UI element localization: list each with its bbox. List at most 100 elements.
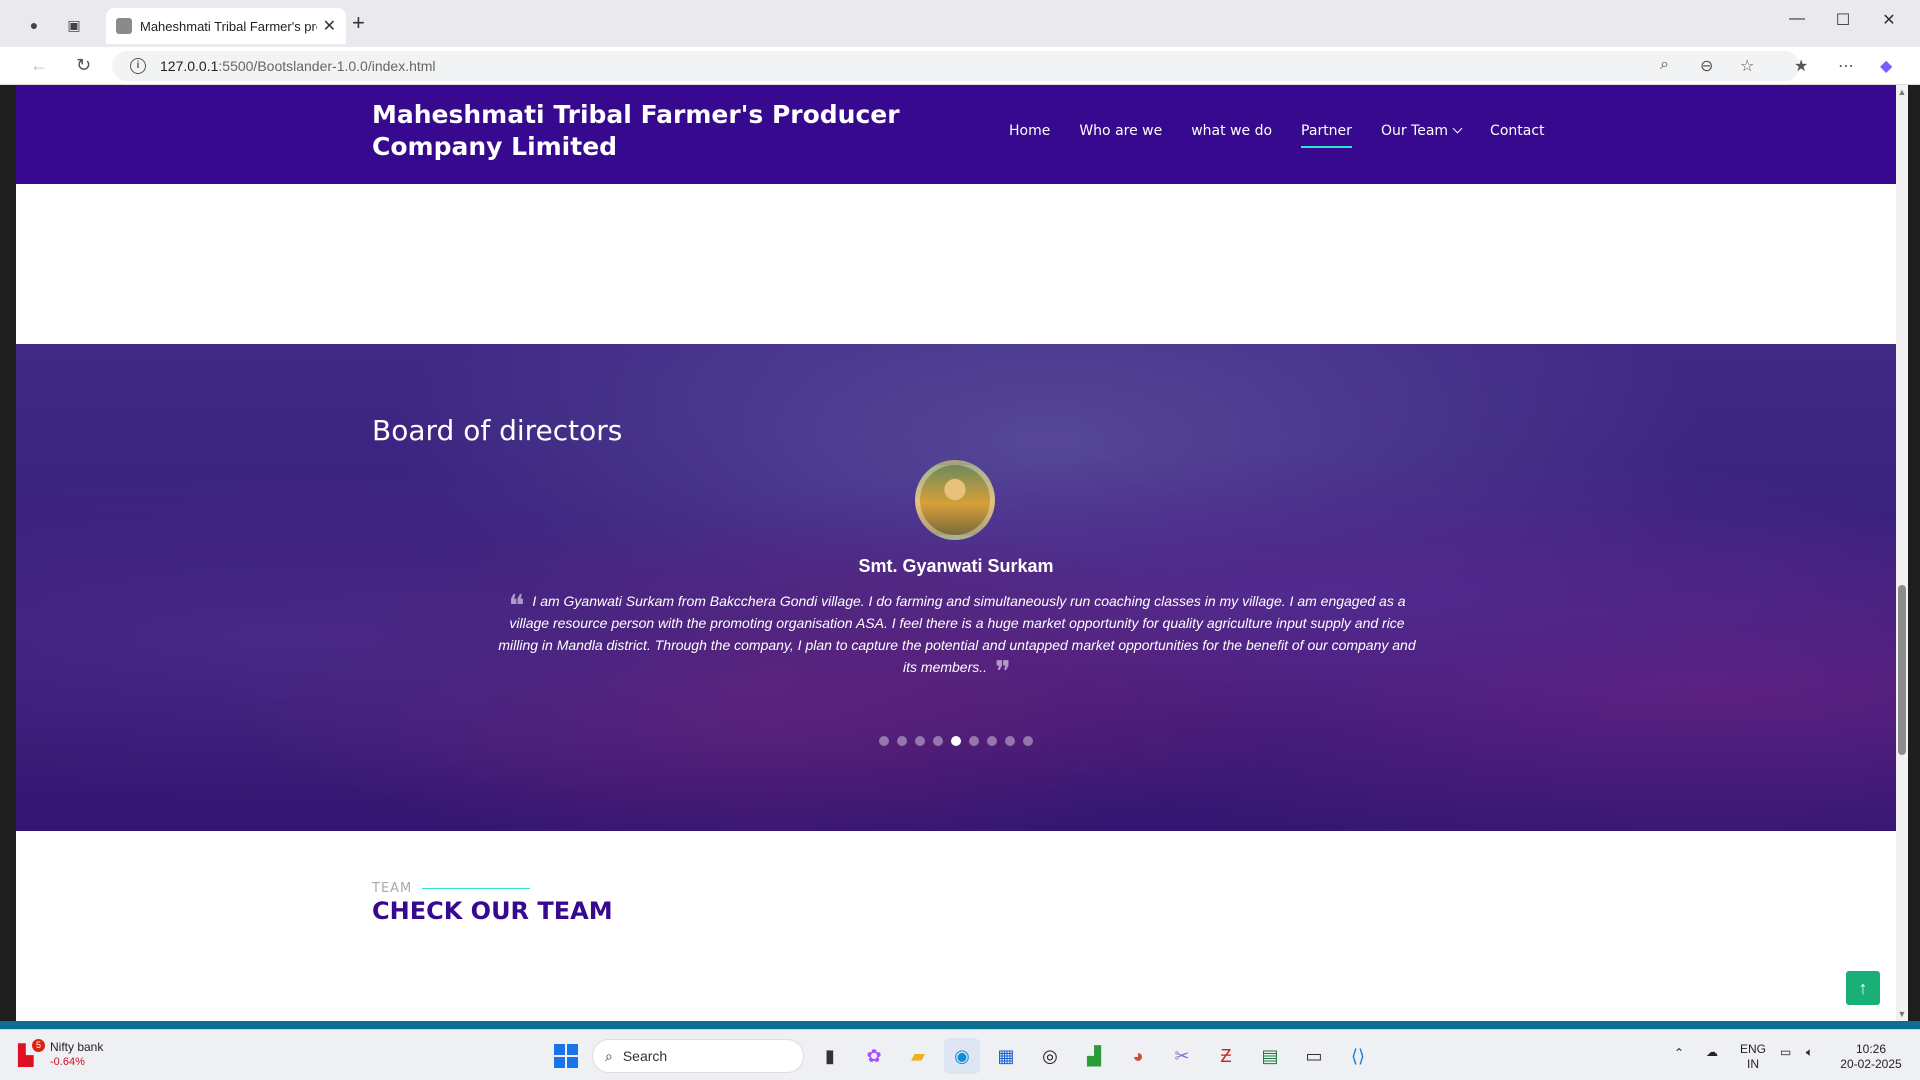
carousel-pagination: [16, 736, 1896, 746]
carousel-dot[interactable]: [1005, 736, 1015, 746]
nav-who-are-we[interactable]: Who are we: [1079, 123, 1162, 139]
profile-icon[interactable]: ●: [20, 11, 48, 39]
copilot-app-icon[interactable]: ✿: [856, 1038, 892, 1074]
url-path: :5500/Bootslander-1.0.0/index.html: [218, 58, 436, 74]
back-icon[interactable]: ←: [30, 55, 48, 76]
browser-tab[interactable]: Maheshmati Tribal Farmer's produ ✕: [106, 8, 346, 44]
reader-icon[interactable]: ⊖: [1700, 56, 1713, 76]
carousel-dot[interactable]: [951, 736, 961, 746]
url-field[interactable]: i 127.0.0.1:5500/Bootslander-1.0.0/index…: [112, 51, 1800, 81]
quote-open-icon: ❝: [508, 589, 525, 624]
arrow-up-icon: ↑: [1858, 977, 1868, 998]
language-indicator[interactable]: ENG IN: [1740, 1042, 1766, 1072]
nav-what-we-do[interactable]: what we do: [1191, 123, 1272, 139]
editor-status-bar: [0, 1021, 1920, 1029]
stock-change: -0.64%: [50, 1056, 85, 1068]
maximize-icon[interactable]: ☐: [1820, 10, 1866, 30]
stock-name: Nifty bank: [50, 1040, 104, 1054]
site-logo[interactable]: Maheshmati Tribal Farmer's Producer Comp…: [372, 99, 992, 163]
team-eyebrow: TEAM: [372, 881, 531, 896]
testimonial-quote: ❝ I am Gyanwati Surkam from Bakcchera Go…: [492, 589, 1422, 688]
clock[interactable]: 10:26 20-02-2025: [1836, 1042, 1906, 1072]
network-icon[interactable]: ▭: [1780, 1045, 1791, 1060]
carousel-dot[interactable]: [933, 736, 943, 746]
more-icon[interactable]: ⋯: [1838, 56, 1854, 76]
carousel-dot[interactable]: [879, 736, 889, 746]
stock-badge: 5: [32, 1039, 45, 1052]
site-info-icon[interactable]: i: [130, 58, 146, 74]
page-viewport: Maheshmati Tribal Farmer's Producer Comp…: [16, 85, 1896, 1021]
background-editor-strip: [0, 85, 16, 1025]
close-tab-icon[interactable]: ✕: [323, 16, 336, 36]
app-green-icon[interactable]: ▟: [1076, 1038, 1112, 1074]
file-explorer-icon[interactable]: ▰: [900, 1038, 936, 1074]
store-icon[interactable]: ▦: [988, 1038, 1024, 1074]
copilot-icon[interactable]: ◆: [1880, 56, 1892, 76]
nav-contact[interactable]: Contact: [1490, 123, 1544, 139]
onedrive-icon[interactable]: ☁: [1706, 1045, 1718, 1060]
nav-home[interactable]: Home: [1009, 123, 1050, 139]
carousel-dot[interactable]: [897, 736, 907, 746]
minimize-icon[interactable]: —: [1774, 10, 1820, 28]
avatar: [915, 460, 995, 540]
section-title: Board of directors: [372, 414, 623, 447]
scroll-up-icon[interactable]: ▲: [1896, 87, 1908, 97]
quote-close-icon: ❞: [994, 655, 1011, 690]
testimonials-section: Board of directors Smt. Gyanwati Surkam …: [16, 344, 1896, 831]
nav-our-team[interactable]: Our Team: [1380, 123, 1463, 139]
task-view-icon[interactable]: ▮: [812, 1038, 848, 1074]
workspaces-icon[interactable]: ▣: [60, 11, 88, 39]
stock-widget[interactable]: ▙ 5 Nifty bank -0.64%: [18, 1039, 104, 1070]
favorites-icon[interactable]: ★: [1794, 56, 1808, 76]
back-to-top-button[interactable]: ↑: [1846, 971, 1880, 1005]
background-editor-strip-right: [1908, 85, 1920, 1025]
snipping-tool-icon[interactable]: ✂: [1164, 1038, 1200, 1074]
team-heading: CHECK OUR TEAM: [372, 897, 613, 925]
team-label: TEAM: [372, 881, 413, 896]
search-placeholder: Search: [622, 1048, 668, 1064]
chevron-down-icon: [1452, 123, 1463, 134]
testimonial-name: Smt. Gyanwati Surkam: [858, 556, 1054, 576]
excel-icon[interactable]: ▤: [1252, 1038, 1288, 1074]
clock-time: 10:26: [1855, 1042, 1887, 1056]
vscode-icon[interactable]: ⟨⟩: [1340, 1038, 1376, 1074]
language-code: ENG: [1740, 1042, 1767, 1056]
address-bar-row: ← ↻ i 127.0.0.1:5500/Bootslander-1.0.0/i…: [0, 47, 1920, 85]
nav-our-team-label: Our Team: [1380, 123, 1449, 139]
close-window-icon[interactable]: ✕: [1866, 10, 1912, 30]
taskbar: ▙ 5 Nifty bank -0.64% ⌕ Search ▮ ✿ ▰ ◉ ▦ ◎…: [0, 1029, 1920, 1080]
carousel-dot[interactable]: [987, 736, 997, 746]
background-photo-overlay: [16, 344, 1896, 831]
scroll-down-icon[interactable]: ▼: [1896, 1009, 1908, 1019]
taskbar-apps: ⌕ Search ▮ ✿ ▰ ◉ ▦ ◎ ▟ ◕ ✂ Ƶ ▤ ▭ ⟨⟩: [548, 1038, 1384, 1074]
taskbar-search[interactable]: ⌕ Search: [592, 1039, 804, 1073]
page-scrollbar[interactable]: ▲ ▼: [1896, 85, 1908, 1021]
new-tab-icon[interactable]: +: [352, 10, 365, 36]
zoom-icon[interactable]: ⌕: [1660, 56, 1669, 74]
chrome-icon[interactable]: ◕: [1120, 1038, 1156, 1074]
dell-icon[interactable]: ◎: [1032, 1038, 1068, 1074]
search-icon: ⌕: [605, 1047, 613, 1064]
carousel-dot[interactable]: [915, 736, 925, 746]
tray-overflow-icon[interactable]: ⌃: [1674, 1046, 1684, 1061]
site-header: Maheshmati Tribal Farmer's Producer Comp…: [16, 85, 1896, 184]
volume-icon[interactable]: 🔈︎: [1806, 1045, 1813, 1060]
tab-favicon-icon: [116, 18, 132, 34]
browser-tab-bar: ● ▣ Maheshmati Tribal Farmer's produ ✕ +…: [0, 0, 1920, 47]
refresh-icon[interactable]: ↻: [76, 55, 91, 76]
clock-date: 20-02-2025: [1840, 1057, 1902, 1071]
carousel-dot[interactable]: [969, 736, 979, 746]
edge-browser-icon[interactable]: ◉: [944, 1038, 980, 1074]
url-host: 127.0.0.1: [160, 58, 219, 74]
main-nav: Home Who are we what we do Partner Our T…: [1009, 123, 1574, 148]
tab-title: Maheshmati Tribal Farmer's produ: [140, 18, 317, 34]
nav-partner[interactable]: Partner: [1301, 123, 1352, 148]
start-icon[interactable]: [548, 1038, 584, 1074]
scrollbar-thumb[interactable]: [1898, 585, 1906, 755]
team-label-divider: [422, 888, 531, 889]
favorite-star-icon[interactable]: ☆: [1740, 56, 1754, 76]
terminal-icon[interactable]: ▭: [1296, 1038, 1332, 1074]
region-code: IN: [1747, 1057, 1759, 1071]
carousel-dot[interactable]: [1023, 736, 1033, 746]
filezilla-icon[interactable]: Ƶ: [1208, 1038, 1244, 1074]
